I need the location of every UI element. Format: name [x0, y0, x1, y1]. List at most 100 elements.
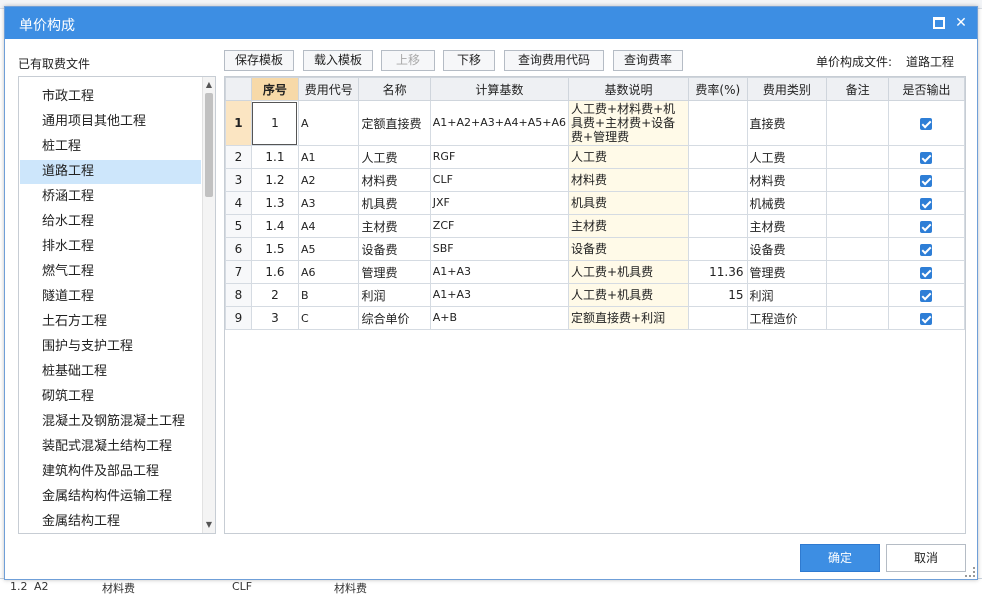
calc-base-cell[interactable]: A1+A3 [429, 260, 570, 284]
base-desc-cell[interactable]: 人工费 [568, 145, 690, 169]
output-cell[interactable] [887, 168, 965, 192]
scroll-down-icon[interactable]: ▼ [203, 519, 215, 531]
fee-rate-cell[interactable] [688, 191, 748, 215]
checkbox-checked-icon[interactable] [920, 174, 933, 187]
fee-category-header[interactable]: 费用类别 [746, 77, 828, 101]
move-up-button[interactable]: 上移 [381, 50, 435, 71]
base-desc-cell[interactable]: 设备费 [568, 237, 690, 261]
name-cell[interactable]: 综合单价 [358, 306, 431, 330]
output-cell[interactable] [887, 237, 965, 261]
base-desc-header[interactable]: 基数说明 [568, 77, 690, 101]
table-row[interactable]: 9 3 C 综合单价 A+B 定额直接费+利润 工程造价 [225, 306, 965, 330]
fee-file-item[interactable]: 金属结构构件运输工程 [20, 485, 201, 509]
name-header[interactable]: 名称 [358, 77, 431, 101]
output-cell[interactable] [887, 260, 965, 284]
seq-cell[interactable]: 1.3 [250, 191, 299, 215]
load-template-button[interactable]: 载入模板 [303, 50, 373, 71]
fee-category-cell[interactable]: 设备费 [746, 237, 828, 261]
fee-rate-cell[interactable] [688, 100, 748, 146]
calc-base-cell[interactable]: RGF [429, 145, 570, 169]
fee-file-item[interactable]: 围护与支护工程 [20, 335, 201, 359]
fee-category-cell[interactable]: 直接费 [746, 100, 828, 146]
calc-base-cell[interactable]: A1+A2+A3+A4+A5+A6 [429, 100, 570, 146]
output-cell[interactable] [887, 306, 965, 330]
fee-code-cell[interactable]: A3 [297, 191, 360, 215]
base-desc-cell[interactable]: 人工费+机具费 [568, 283, 690, 307]
note-cell[interactable] [826, 168, 889, 192]
table-row[interactable]: 5 1.4 A4 主材费 ZCF 主材费 主材费 [225, 214, 965, 238]
table-row[interactable]: 8 2 B 利润 A1+A3 人工费+机具费 15 利润 [225, 283, 965, 307]
fee-file-list-scrollbar[interactable]: ▲ ▼ [202, 77, 215, 533]
name-cell[interactable]: 利润 [358, 283, 431, 307]
fee-code-cell[interactable]: A [297, 100, 360, 146]
fee-rate-cell[interactable] [688, 145, 748, 169]
note-cell[interactable] [826, 100, 889, 146]
checkbox-checked-icon[interactable] [920, 243, 933, 256]
fee-rate-cell[interactable] [688, 306, 748, 330]
fee-code-cell[interactable]: A1 [297, 145, 360, 169]
fee-category-cell[interactable]: 利润 [746, 283, 828, 307]
base-desc-cell[interactable]: 材料费 [568, 168, 690, 192]
fee-rate-cell[interactable] [688, 168, 748, 192]
fee-file-item[interactable]: 市政工程 [20, 85, 201, 109]
fee-category-cell[interactable]: 材料费 [746, 168, 828, 192]
fee-file-list[interactable]: 市政工程 通用项目其他工程 桩工程 道路工程 桥涵工程 给水工程 排水工程 燃气工程 隧道工程土… [18, 76, 216, 534]
ok-button[interactable]: 确定 [800, 544, 880, 572]
fee-category-cell[interactable]: 机械费 [746, 191, 828, 215]
note-cell[interactable] [826, 145, 889, 169]
fee-file-item[interactable]: 桩工程 [20, 135, 201, 159]
fee-code-cell[interactable]: A2 [297, 168, 360, 192]
seq-cell[interactable]: 1.5 [250, 237, 299, 261]
fee-file-item[interactable]: 砌筑工程 [20, 385, 201, 409]
fee-file-item[interactable]: 排水工程 [20, 235, 201, 259]
name-cell[interactable]: 机具费 [358, 191, 431, 215]
scroll-up-icon[interactable]: ▲ [203, 79, 215, 91]
scrollbar-thumb[interactable] [205, 93, 213, 197]
note-cell[interactable] [826, 306, 889, 330]
seq-cell[interactable]: 1.4 [250, 214, 299, 238]
checkbox-checked-icon[interactable] [920, 312, 933, 325]
fee-code-cell[interactable]: A6 [297, 260, 360, 284]
fee-code-header[interactable]: 费用代号 [297, 77, 360, 101]
base-desc-cell[interactable]: 主材费 [568, 214, 690, 238]
seq-cell[interactable]: 1.2 [250, 168, 299, 192]
table-row[interactable]: 1 1 A 定额直接费 A1+A2+A3+A4+A5+A6 人工费+材料费+机具费+主材费… [225, 100, 965, 146]
query-fee-code-button[interactable]: 查询费用代码 [504, 50, 604, 71]
base-desc-cell[interactable]: 定额直接费+利润 [568, 306, 690, 330]
table-row[interactable]: 7 1.6 A6 管理费 A1+A3 人工费+机具费 11.36 管理费 [225, 260, 965, 284]
fee-code-cell[interactable]: A4 [297, 214, 360, 238]
base-desc-cell[interactable]: 人工费+材料费+机具费+主材费+设备费+管理费 [568, 100, 690, 146]
fee-code-cell[interactable]: C [297, 306, 360, 330]
output-cell[interactable] [887, 214, 965, 238]
calc-base-cell[interactable]: CLF [429, 168, 570, 192]
fee-file-item[interactable]: 建筑构件及部品工程 [20, 460, 201, 484]
fee-file-item[interactable]: 桥涵工程 [20, 185, 201, 209]
fee-file-item[interactable]: 装配式混凝土结构工程 [20, 435, 201, 459]
unit-price-grid[interactable]: 序号 费用代号 名称 计算基数 基数说明 费率(%) 费用类别 备注 是否输出 1 1 A 定额直接费… [224, 76, 966, 534]
calc-base-header[interactable]: 计算基数 [429, 77, 570, 101]
note-cell[interactable] [826, 260, 889, 284]
note-cell[interactable] [826, 283, 889, 307]
checkbox-checked-icon[interactable] [920, 197, 933, 210]
resize-grip-icon[interactable] [965, 567, 975, 577]
cancel-button[interactable]: 取消 [886, 544, 966, 572]
fee-rate-cell[interactable] [688, 237, 748, 261]
fee-rate-cell[interactable]: 15 [688, 283, 748, 307]
calc-base-cell[interactable]: SBF [429, 237, 570, 261]
checkbox-checked-icon[interactable] [920, 266, 933, 279]
output-header[interactable]: 是否输出 [887, 77, 965, 101]
checkbox-checked-icon[interactable] [920, 151, 933, 164]
fee-file-item[interactable]: 通用项目其他工程 [20, 110, 201, 134]
dialog-titlebar[interactable]: 单价构成 ✕ [5, 7, 977, 39]
seq-cell[interactable]: 3 [250, 306, 299, 330]
checkbox-checked-icon[interactable] [920, 289, 933, 302]
output-cell[interactable] [887, 191, 965, 215]
table-row[interactable]: 2 1.1 A1 人工费 RGF 人工费 人工费 [225, 145, 965, 169]
note-cell[interactable] [826, 237, 889, 261]
checkbox-checked-icon[interactable] [920, 117, 933, 130]
base-desc-cell[interactable]: 机具费 [568, 191, 690, 215]
fee-category-cell[interactable]: 管理费 [746, 260, 828, 284]
fee-category-cell[interactable]: 工程造价 [746, 306, 828, 330]
fee-code-cell[interactable]: A5 [297, 237, 360, 261]
calc-base-cell[interactable]: A+B [429, 306, 570, 330]
